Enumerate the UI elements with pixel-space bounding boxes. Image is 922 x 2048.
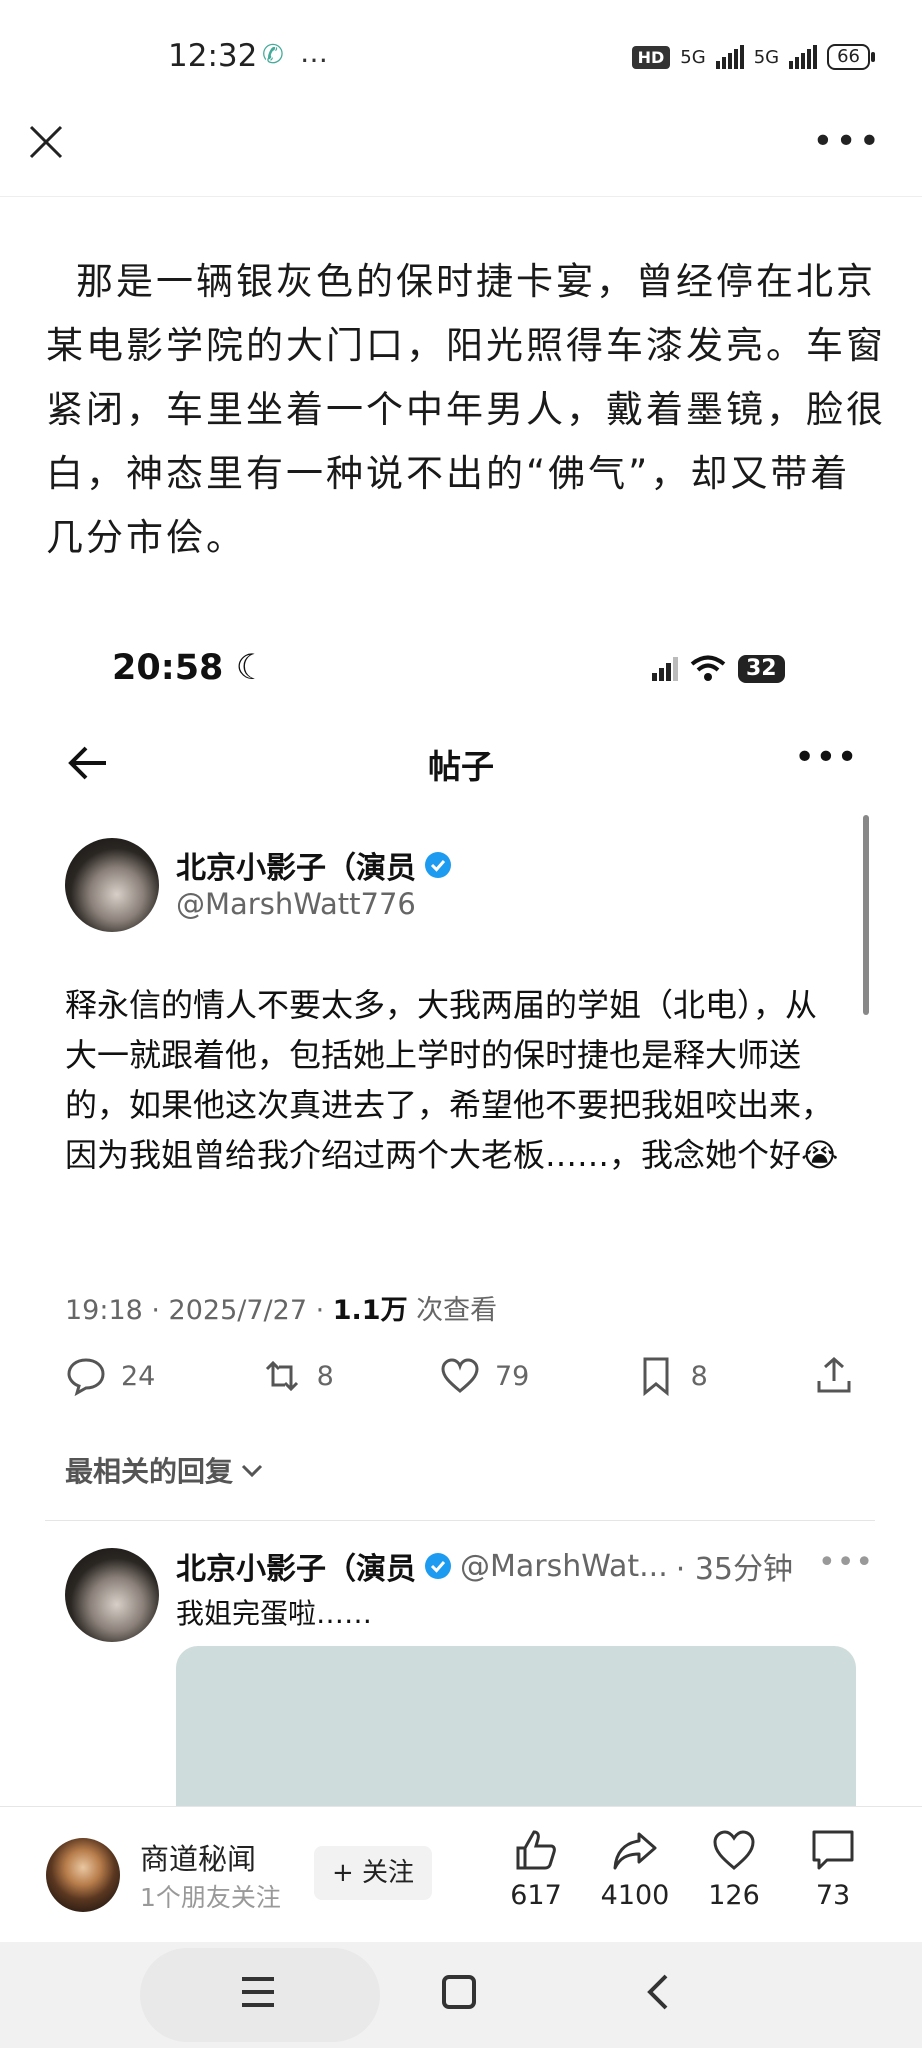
follow-button[interactable]: + 关注: [314, 1846, 433, 1900]
sort-label: 最相关的回复: [65, 1455, 234, 1488]
publisher-followers: 1个朋友关注: [140, 1883, 281, 1912]
comment-stat-button[interactable]: 73: [783, 1826, 883, 1911]
avatar[interactable]: [65, 1548, 159, 1642]
battery-icon: 66: [827, 44, 875, 70]
divider: [45, 1520, 875, 1521]
post-text: 释永信的情人不要太多，大我两届的学姐（北电），从大一就跟着他，包括她上学时的保时…: [65, 986, 839, 1174]
reply-time: · 35分钟: [675, 1552, 793, 1587]
like-stat-count: 617: [510, 1880, 562, 1911]
sort-replies-dropdown[interactable]: 最相关的回复: [65, 1450, 265, 1490]
publisher-avatar[interactable]: [46, 1838, 120, 1912]
publisher-name[interactable]: 商道秘闻: [140, 1836, 256, 1878]
network-label-2: 5G: [753, 46, 780, 68]
more-options-icon[interactable]: •••: [794, 740, 858, 776]
favorite-stat-count: 126: [708, 1880, 760, 1911]
heart-icon: [441, 1358, 479, 1393]
reply-button[interactable]: 24: [65, 1355, 155, 1397]
post-actions: 24 8 79 8: [65, 1355, 855, 1397]
author-handle[interactable]: @MarshWatt776: [176, 887, 452, 921]
menu-icon[interactable]: [240, 1975, 276, 2009]
view-count: 1.1万: [332, 1295, 408, 1326]
avatar[interactable]: [65, 838, 159, 932]
bookmark-icon: [643, 1357, 669, 1397]
battery-icon: 32: [738, 655, 785, 683]
retweet-button[interactable]: 8: [261, 1355, 334, 1397]
signal-icon: [789, 45, 818, 69]
reply-count: 24: [121, 1360, 156, 1392]
thumbs-up-icon: [516, 1830, 556, 1870]
status-right-icons: HD 5G 5G 66: [631, 44, 875, 70]
embedded-status-icons: 32: [652, 655, 785, 683]
retweet-count: 8: [316, 1360, 334, 1392]
status-time: 12:32: [168, 38, 258, 74]
favorite-stat-button[interactable]: 126: [684, 1826, 784, 1911]
comment-icon: [812, 1830, 854, 1870]
like-count: 79: [494, 1360, 530, 1392]
article-paragraph: 那是一辆银灰色的保时捷卡宴，曾经停在北京某电影学院的大门口，阳光照得车漆发亮。车…: [46, 260, 886, 559]
back-icon[interactable]: [644, 1972, 670, 2012]
more-options-icon[interactable]: •••: [812, 124, 882, 160]
verified-icon: [425, 852, 451, 878]
signal-icon: [652, 657, 678, 681]
network-label-1: 5G: [680, 46, 706, 68]
app-status-icon: ✆: [262, 40, 284, 70]
like-stat-button[interactable]: 617: [486, 1826, 586, 1911]
divider: [0, 196, 922, 197]
status-more-dots: …: [300, 36, 330, 69]
scrollbar[interactable]: [863, 815, 869, 1015]
comment-icon: [67, 1358, 105, 1397]
home-icon[interactable]: [441, 1974, 477, 2010]
share-stat-button[interactable]: 4100: [585, 1826, 685, 1911]
reply-author-name[interactable]: 北京小影子（演员: [176, 1544, 416, 1588]
chevron-down-icon: [241, 1464, 263, 1478]
share-icon: [817, 1356, 851, 1393]
embedded-status-time: 20:58 ☾: [112, 648, 267, 688]
signal-icon: [715, 45, 744, 69]
forward-icon: [613, 1832, 657, 1870]
comment-stat-count: 73: [815, 1880, 851, 1911]
share-stat-count: 4100: [600, 1880, 670, 1911]
like-button[interactable]: 79: [439, 1355, 529, 1397]
verified-icon: [425, 1553, 451, 1579]
hd-badge: HD: [631, 45, 671, 69]
author-name[interactable]: 北京小影子（演员: [176, 843, 416, 887]
reply-header: 北京小影子（演员 @MarshWat... · 35分钟: [176, 1544, 793, 1588]
bookmark-button[interactable]: 8: [635, 1355, 708, 1397]
reply-more-icon[interactable]: •••: [818, 1545, 874, 1580]
reply-text: 我姐完蛋啦……: [176, 1597, 373, 1630]
close-icon[interactable]: [28, 124, 64, 160]
post-meta: 19:18 · 2025/7/27 · 1.1万 次查看: [65, 1295, 498, 1326]
moon-icon: ☾: [235, 648, 267, 688]
bookmark-count: 8: [690, 1360, 708, 1392]
reply-author-handle[interactable]: @MarshWat...: [460, 1549, 668, 1584]
retweet-icon: [265, 1360, 298, 1392]
page-title: 帖子: [428, 747, 494, 786]
post-author-block: 北京小影子（演员 @MarshWatt776: [176, 843, 452, 921]
share-button[interactable]: [813, 1355, 855, 1397]
wifi-icon: [690, 655, 726, 681]
heart-icon: [713, 1830, 755, 1870]
